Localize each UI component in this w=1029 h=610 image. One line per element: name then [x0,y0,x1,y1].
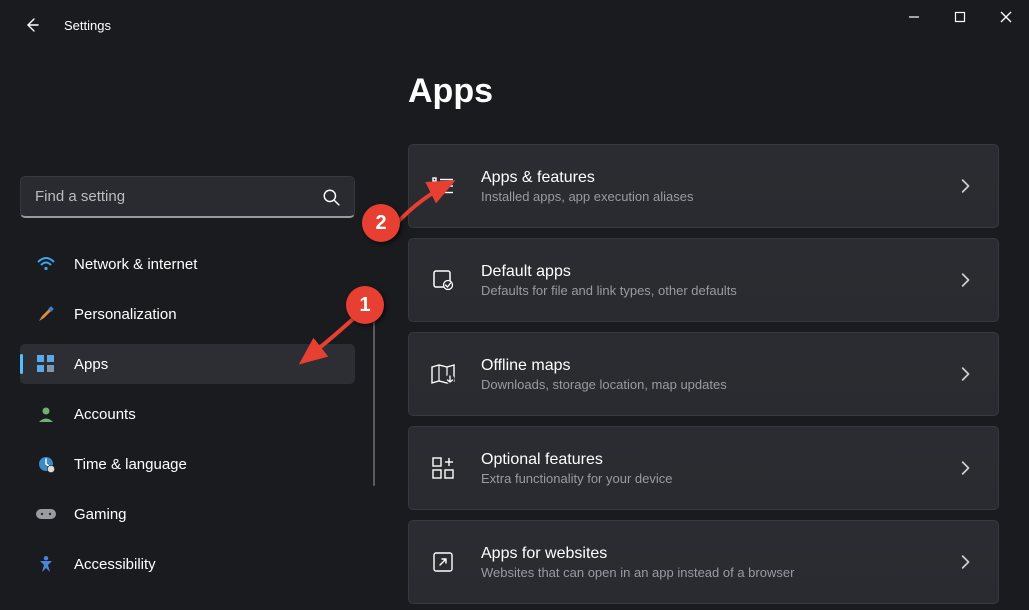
sidebar-item-accessibility[interactable]: Accessibility [20,544,355,584]
card-desc: Websites that can open in an app instead… [481,565,958,580]
card-text: Offline maps Downloads, storage location… [481,357,958,392]
open-link-icon [429,548,457,576]
maximize-button[interactable] [937,0,983,34]
sidebar-item-apps[interactable]: Apps [20,344,355,384]
chevron-right-icon [958,555,972,569]
card-offline-maps[interactable]: Offline maps Downloads, storage location… [408,332,999,416]
card-optional-features[interactable]: Optional features Extra functionality fo… [408,426,999,510]
card-text: Optional features Extra functionality fo… [481,451,958,486]
sidebar-item-label: Personalization [74,306,177,323]
search-box[interactable] [20,176,355,218]
settings-cards: Apps & features Installed apps, app exec… [408,144,999,610]
sidebar-item-personalization[interactable]: Personalization [20,294,355,334]
card-desc: Downloads, storage location, map updates [481,377,958,392]
card-text: Apps for websites Websites that can open… [481,545,958,580]
maximize-icon [954,11,966,23]
clock-globe-icon [36,454,56,474]
wifi-icon [36,254,56,274]
chevron-right-icon [958,461,972,475]
sidebar-item-label: Apps [74,356,108,373]
annotation-badge-1: 1 [346,286,384,324]
card-text: Apps & features Installed apps, app exec… [481,169,958,204]
card-text: Default apps Defaults for file and link … [481,263,958,298]
card-title: Offline maps [481,357,958,375]
accessibility-icon [36,554,56,574]
sidebar-item-label: Accessibility [74,556,156,573]
map-icon [429,360,457,388]
close-icon [1000,11,1012,23]
window-title: Settings [64,18,111,33]
card-title: Default apps [481,263,958,281]
card-desc: Defaults for file and link types, other … [481,283,958,298]
card-apps-websites[interactable]: Apps for websites Websites that can open… [408,520,999,604]
chevron-right-icon [958,179,972,193]
sidebar-item-label: Gaming [74,506,127,523]
annotation-badge-2: 2 [362,204,400,242]
card-desc: Installed apps, app execution aliases [481,189,958,204]
chevron-right-icon [958,367,972,381]
minimize-button[interactable] [891,0,937,34]
grid-plus-icon [429,454,457,482]
titlebar: Settings [0,0,1029,50]
list-icon [429,172,457,200]
card-default-apps[interactable]: Default apps Defaults for file and link … [408,238,999,322]
gamepad-icon [36,504,56,524]
card-title: Apps for websites [481,545,958,563]
brush-icon [36,304,56,324]
sidebar-item-label: Accounts [74,406,136,423]
card-title: Optional features [481,451,958,469]
person-icon [36,404,56,424]
minimize-icon [908,11,920,23]
card-desc: Extra functionality for your device [481,471,958,486]
sidebar-item-time-language[interactable]: Time & language [20,444,355,484]
chevron-right-icon [958,273,972,287]
search-input[interactable] [35,188,322,205]
search-icon [322,188,340,206]
default-apps-icon [429,266,457,294]
sidebar-nav: Network & internet Personalization Apps … [20,244,355,594]
window-controls [891,0,1029,40]
sidebar-item-label: Time & language [74,456,187,473]
back-button[interactable] [22,15,42,35]
arrow-left-icon [24,17,40,33]
page-title: Apps [408,72,493,111]
sidebar-item-label: Network & internet [74,256,197,273]
close-button[interactable] [983,0,1029,34]
card-title: Apps & features [481,169,958,187]
sidebar-item-network[interactable]: Network & internet [20,244,355,284]
sidebar-item-gaming[interactable]: Gaming [20,494,355,534]
card-apps-features[interactable]: Apps & features Installed apps, app exec… [408,144,999,228]
apps-icon [36,354,56,374]
sidebar-item-accounts[interactable]: Accounts [20,394,355,434]
